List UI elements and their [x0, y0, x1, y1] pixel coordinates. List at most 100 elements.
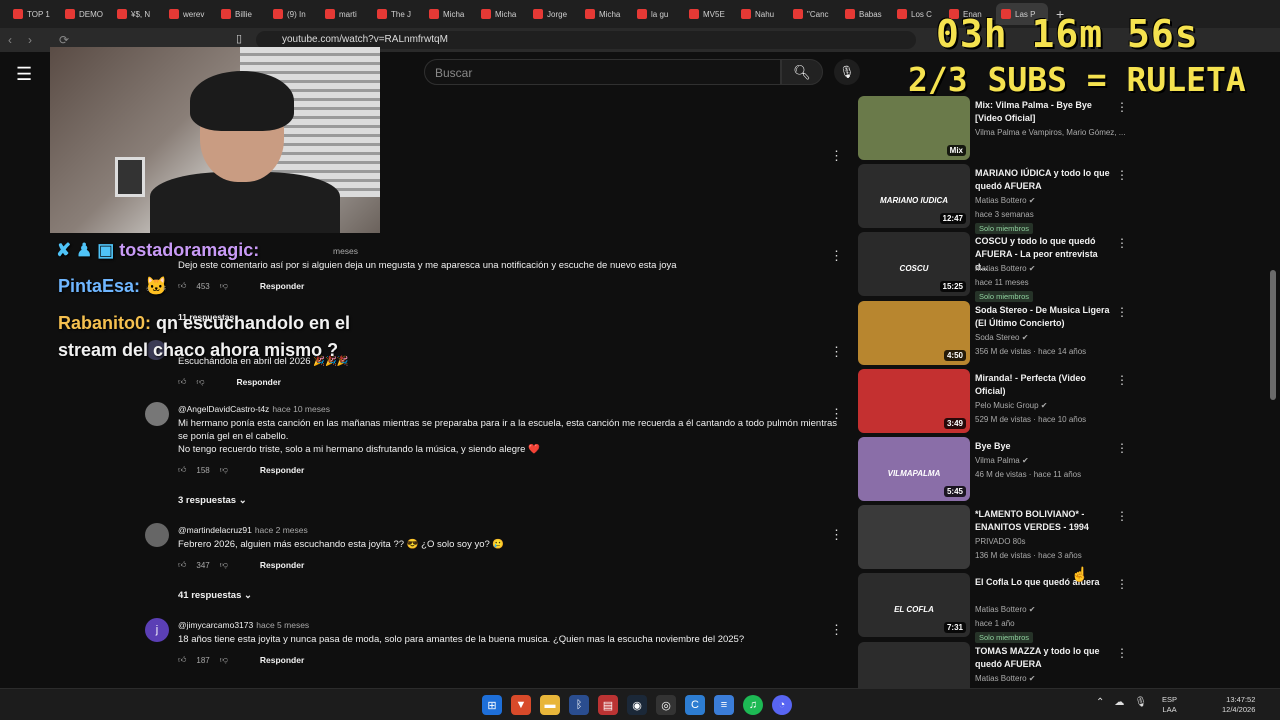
- comment-author[interactable]: meses: [330, 246, 358, 256]
- browser-tab[interactable]: Micha: [424, 3, 476, 25]
- search-button[interactable]: 🔍︎: [781, 59, 823, 85]
- cloud-icon[interactable]: ☁: [1114, 697, 1124, 708]
- comment-menu-icon[interactable]: ⋮: [830, 406, 843, 422]
- browser-tab[interactable]: TOP 1: [8, 3, 60, 25]
- browser-tab[interactable]: Jorge: [528, 3, 580, 25]
- dislike-icon[interactable]: 👎︎: [220, 655, 228, 665]
- browser-tab[interactable]: "Canc: [788, 3, 840, 25]
- cursor-app-icon[interactable]: C: [685, 695, 705, 715]
- video-title[interactable]: *LAMENTO BOLIVIANO* - ENANITOS VERDES - …: [975, 508, 1113, 534]
- menu-icon[interactable]: ☰: [16, 64, 32, 85]
- browser-tab[interactable]: Billie: [216, 3, 268, 25]
- system-clock[interactable]: 13:47:52 12/4/2026: [1222, 695, 1255, 715]
- browser-tab[interactable]: Babas: [840, 3, 892, 25]
- video-menu-icon[interactable]: ⋮: [1116, 373, 1128, 387]
- video-menu-icon[interactable]: ⋮: [1116, 577, 1128, 591]
- brave-browser-icon[interactable]: ▼: [511, 695, 531, 715]
- chevron-up-icon[interactable]: ⌃: [1096, 697, 1104, 708]
- notepad-icon[interactable]: ≡: [714, 695, 734, 715]
- video-channel[interactable]: Matias Bottero ✔: [975, 674, 1036, 683]
- video-menu-icon[interactable]: ⋮: [1116, 441, 1128, 455]
- replies-toggle[interactable]: 41 respuestas ⌄: [178, 590, 252, 601]
- reply-button[interactable]: Responder: [260, 281, 304, 291]
- voicemeeter-icon[interactable]: ▤: [598, 695, 618, 715]
- video-item[interactable]: MARIANO IUDICA 12:47 MARIANO IÚDICA y todo…: [856, 164, 1128, 234]
- replies-toggle[interactable]: 3 respuestas ⌄: [178, 495, 247, 506]
- steam-icon[interactable]: ◉: [627, 695, 647, 715]
- reply-button[interactable]: Responder: [260, 655, 304, 665]
- video-item[interactable]: COSCU 15:25 COSCU y todo lo que quedó AFUE…: [856, 232, 1128, 302]
- browser-tab[interactable]: (9) In: [268, 3, 320, 25]
- browser-tab[interactable]: The J: [372, 3, 424, 25]
- video-channel[interactable]: Soda Stereo ✔: [975, 333, 1028, 342]
- video-title[interactable]: Miranda! - Perfecta (Video Oficial): [975, 372, 1113, 398]
- video-menu-icon[interactable]: ⋮: [1116, 236, 1128, 250]
- video-thumbnail[interactable]: Mix: [858, 96, 970, 160]
- browser-tab[interactable]: DEMO: [60, 3, 112, 25]
- video-item[interactable]: 4:50 Soda Stereo - De Musica Ligera (El Ú…: [856, 301, 1128, 369]
- video-item[interactable]: 3:49 Miranda! - Perfecta (Video Oficial) P…: [856, 369, 1128, 437]
- video-menu-icon[interactable]: ⋮: [1116, 168, 1128, 182]
- video-title[interactable]: TOMAS MAZZA y todo lo que quedó AFUERA: [975, 645, 1113, 671]
- video-thumbnail[interactable]: [858, 505, 970, 569]
- like-icon[interactable]: 👍︎: [178, 655, 186, 665]
- video-title[interactable]: MARIANO IÚDICA y todo lo que quedó AFUER…: [975, 167, 1113, 193]
- reply-button[interactable]: Responder: [260, 560, 304, 570]
- video-channel[interactable]: PRIVADO 80s: [975, 537, 1026, 546]
- discord-icon[interactable]: ◔: [772, 695, 792, 715]
- video-title[interactable]: Mix: Vilma Palma - Bye Bye [Video Oficia…: [975, 99, 1113, 125]
- reply-button[interactable]: Responder: [237, 377, 281, 387]
- video-item[interactable]: Mix Mix: Vilma Palma - Bye Bye [Video Ofi…: [856, 96, 1128, 164]
- browser-tab[interactable]: Micha: [580, 3, 632, 25]
- like-icon[interactable]: 👍︎: [178, 560, 186, 570]
- comment-menu-icon[interactable]: ⋮: [830, 248, 843, 264]
- browser-tab[interactable]: MV5E: [684, 3, 736, 25]
- browser-tab[interactable]: ¥$, N: [112, 3, 164, 25]
- video-menu-icon[interactable]: ⋮: [1116, 100, 1128, 114]
- spotify-icon[interactable]: ♫: [743, 695, 763, 715]
- video-thumbnail[interactable]: EL COFLA 7:31: [858, 573, 970, 637]
- comment-menu-icon[interactable]: ⋮: [830, 344, 843, 360]
- back-icon[interactable]: ‹: [0, 33, 20, 47]
- reply-button[interactable]: Responder: [260, 465, 304, 475]
- voice-search-button[interactable]: 🎙︎: [834, 59, 860, 85]
- dislike-icon[interactable]: 👎︎: [220, 281, 228, 291]
- video-thumbnail[interactable]: MARIANO IUDICA 12:47: [858, 164, 970, 228]
- forward-icon[interactable]: ›: [20, 33, 40, 47]
- comment-menu-icon[interactable]: ⋮: [830, 527, 843, 543]
- windows-start-icon[interactable]: ⊞: [482, 695, 502, 715]
- dislike-icon[interactable]: 👎︎: [220, 465, 228, 475]
- video-thumbnail[interactable]: 4:50: [858, 301, 970, 365]
- reload-icon[interactable]: ⟳: [54, 33, 74, 47]
- comment-author[interactable]: @martindelacruz91 hace 2 meses: [178, 525, 308, 535]
- comment-author[interactable]: @jimycarcamo3173 hace 5 meses: [178, 620, 309, 630]
- dislike-icon[interactable]: 👎︎: [220, 560, 228, 570]
- file-explorer-icon[interactable]: ▬: [540, 695, 560, 715]
- video-item[interactable]: VILMAPALMA 5:45 Bye Bye Vilma Palma ✔ 46 M d…: [856, 437, 1128, 505]
- obs-icon[interactable]: ◎: [656, 695, 676, 715]
- page-scrollbar[interactable]: [1270, 270, 1276, 400]
- video-menu-icon[interactable]: ⋮: [1116, 305, 1128, 319]
- video-channel[interactable]: Matias Bottero ✔: [975, 196, 1036, 205]
- bluetooth-app-icon[interactable]: ᛒ: [569, 695, 589, 715]
- video-title[interactable]: Soda Stereo - De Musica Ligera (El Últim…: [975, 304, 1113, 330]
- video-menu-icon[interactable]: ⋮: [1116, 509, 1128, 523]
- browser-tab[interactable]: werev: [164, 3, 216, 25]
- dislike-icon[interactable]: 👎︎: [196, 377, 204, 387]
- like-icon[interactable]: 👍︎: [178, 281, 186, 291]
- comment-menu-icon[interactable]: ⋮: [830, 622, 843, 638]
- video-channel[interactable]: Matias Bottero ✔: [975, 264, 1036, 273]
- browser-tab[interactable]: marti: [320, 3, 372, 25]
- microphone-icon[interactable]: 🎙︎: [1134, 697, 1147, 708]
- video-thumbnail[interactable]: COSCU 15:25: [858, 232, 970, 296]
- video-thumbnail[interactable]: 3:49: [858, 369, 970, 433]
- like-icon[interactable]: 👍︎: [178, 465, 186, 475]
- bookmark-icon[interactable]: ▯: [236, 32, 242, 45]
- language-indicator[interactable]: ESP LAA: [1162, 695, 1177, 715]
- avatar[interactable]: [145, 402, 169, 426]
- video-item[interactable]: EL COFLA 7:31 El Cofla Lo que quedó afuera…: [856, 573, 1128, 643]
- video-thumbnail[interactable]: VILMAPALMA 5:45: [858, 437, 970, 501]
- like-icon[interactable]: 👍︎: [178, 377, 186, 387]
- comment-menu-icon[interactable]: ⋮: [830, 148, 843, 164]
- video-menu-icon[interactable]: ⋮: [1116, 646, 1128, 660]
